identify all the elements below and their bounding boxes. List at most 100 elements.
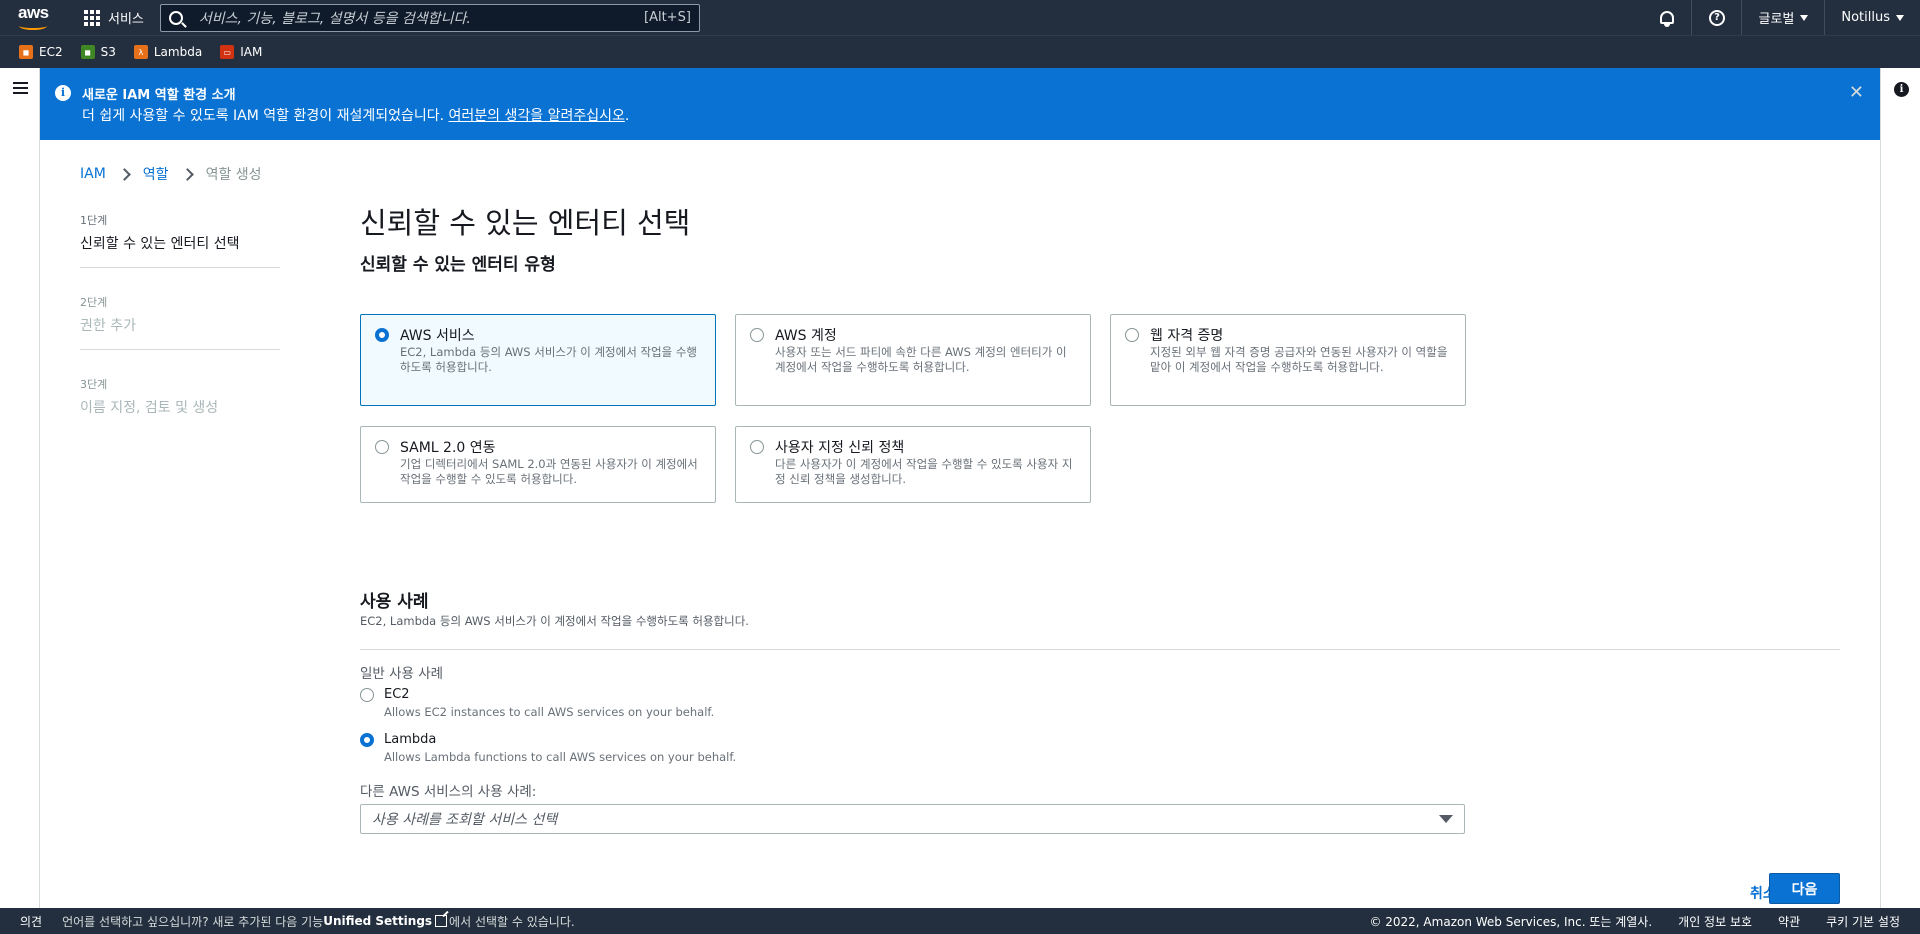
ec2-icon: ◼ [19,45,33,59]
caret-down-icon [1800,14,1809,21]
tile-desc: EC2, Lambda 등의 AWS 서비스가 이 계정에서 작업을 수행하도록… [400,345,698,374]
favorite-ec2[interactable]: ◼ EC2 [19,45,63,59]
left-nav-strip [0,68,40,908]
search-shortcut: [Alt+S] [644,10,691,25]
step-number: 3단계 [80,378,108,391]
tile-aws-account[interactable]: AWS 계정 사용자 또는 서드 파티에 속한 다른 AWS 계정의 엔터티가 … [735,314,1091,406]
services-label: 서비스 [108,12,144,27]
info-icon: i [55,85,71,101]
divider [360,649,1840,650]
wizard-steps: 1단계 신뢰할 수 있는 엔터티 선택 2단계 권한 추가 3단계 이름 지정,… [80,212,280,457]
option-title: Lambda [384,732,437,747]
search-icon [168,10,183,25]
option-desc: Allows Lambda functions to call AWS serv… [384,750,737,764]
favorite-iam[interactable]: ▭ IAM [220,45,262,59]
top-navigation: aws 서비스 서비스, 기능, 블로그, 설명서 등을 검색합니다. [Alt… [0,0,1920,35]
account-label: Notillus [1841,10,1890,25]
use-case-desc: EC2, Lambda 등의 AWS 서비스가 이 계정에서 작업을 수행하도록… [360,614,749,628]
radio-button[interactable] [750,440,764,454]
language-notice-suffix: 에서 선택할 수 있습니다. [449,914,575,929]
caret-down-icon [1896,14,1904,21]
option-title: EC2 [384,687,410,702]
breadcrumb: IAM 역할 역할 생성 [80,164,262,184]
feedback-link[interactable]: 여러분의 생각을 알려주십시오 [449,108,625,124]
flash-message: 더 쉽게 사용할 수 있도록 IAM 역할 환경이 재설계되었습니다. 여러분의… [82,105,629,125]
favorite-label: IAM [240,45,263,59]
step-label: 이름 지정, 검토 및 생성 [80,400,219,416]
search-placeholder: 서비스, 기능, 블로그, 설명서 등을 검색합니다. [198,10,471,27]
step-2: 2단계 권한 추가 [80,294,280,350]
region-label: 글로벌 [1758,12,1795,27]
step-1: 1단계 신뢰할 수 있는 엔터티 선택 [80,212,280,268]
footer: 의견 언어를 선택하고 싶으십니까? 새로 추가된 다음 기능 Unified … [0,908,1920,934]
grid-icon [84,9,100,26]
step-label: 권한 추가 [80,318,136,334]
use-case-title: 사용 사례 [360,592,429,612]
terms-link[interactable]: 약관 [1778,913,1800,930]
step-label: 신뢰할 수 있는 엔터티 선택 [80,236,240,252]
unified-settings-link[interactable]: Unified Settings [323,914,432,928]
tile-web-identity[interactable]: 웹 자격 증명 지정된 외부 웹 자격 증명 공급자와 연동된 사용자가 이 역… [1110,314,1466,406]
radio-button[interactable] [750,328,764,342]
tile-custom-trust-policy[interactable]: 사용자 지정 신뢰 정책 다른 사용자가 이 계정에서 작업을 수행할 수 있도… [735,426,1091,503]
favorite-label: Lambda [153,45,203,59]
radio-button[interactable] [360,688,374,702]
breadcrumb-roles[interactable]: 역할 [143,164,169,184]
favorite-lambda[interactable]: λ Lambda [133,45,203,59]
bell-icon [1659,11,1674,27]
tile-title: 웹 자격 증명 [1150,328,1224,344]
favorite-label: EC2 [39,45,63,59]
tile-aws-service[interactable]: AWS 서비스 EC2, Lambda 등의 AWS 서비스가 이 계정에서 작… [360,314,716,406]
flash-banner: i 새로운 IAM 역할 환경 소개 더 쉽게 사용할 수 있도록 IAM 역할… [40,68,1880,140]
language-notice-prefix: 언어를 선택하고 싶으십니까? 새로 추가된 다음 기능 [62,914,324,929]
tile-title: 사용자 지정 신뢰 정책 [775,440,905,456]
flash-message-suffix: . [624,108,630,124]
general-use-case-label: 일반 사용 사례 [360,666,444,682]
s3-icon: ◼ [80,45,95,59]
external-link-icon [435,915,448,927]
service-select[interactable]: 사용 사례를 조회할 서비스 선택 [360,804,1465,834]
form-content: 신뢰할 수 있는 엔터티 선택 신뢰할 수 있는 엔터티 유형 AWS 서비스 … [360,200,1840,904]
radio-button[interactable] [375,328,389,342]
radio-button[interactable] [360,733,374,747]
services-menu-button[interactable]: 서비스 [84,8,144,27]
feedback-button[interactable]: 의견 [0,913,62,930]
help-button[interactable]: ? [1692,0,1743,35]
info-icon[interactable]: i [1894,82,1909,97]
aws-logo[interactable]: aws [18,2,54,32]
tile-title: SAML 2.0 연동 [400,440,496,456]
other-use-case-label: 다른 AWS 서비스의 사용 사례: [360,784,537,800]
chevron-right-icon [180,167,194,181]
copyright: © 2022, Amazon Web Services, Inc. 또는 계열사… [1369,914,1653,929]
language-notice: 언어를 선택하고 싶으십니까? 새로 추가된 다음 기능 Unified Set… [62,913,575,930]
aws-logo-text: aws [18,2,49,22]
tile-saml[interactable]: SAML 2.0 연동 기업 디렉터리에서 SAML 2.0과 연동된 사용자가… [360,426,716,503]
radio-button[interactable] [1125,328,1139,342]
caret-down-icon [1439,815,1453,823]
help-icon: ? [1708,9,1725,26]
chevron-right-icon [117,167,131,181]
next-button[interactable]: 다음 [1769,873,1840,904]
entity-section-title: 신뢰할 수 있는 엔터티 유형 [360,255,556,275]
tile-title: AWS 서비스 [400,328,475,344]
favorite-s3[interactable]: ◼ S3 [80,45,116,59]
notifications-button[interactable] [1642,0,1693,35]
tile-desc: 기업 디렉터리에서 SAML 2.0과 연동된 사용자가 이 계정에서 작업을 … [400,457,698,486]
account-menu[interactable]: Notillus [1825,0,1920,35]
radio-button[interactable] [375,440,389,454]
lambda-icon: λ [133,45,148,59]
tile-desc: 사용자 또는 서드 파티에 속한 다른 AWS 계정의 엔터티가 이 계정에서 … [775,345,1067,374]
menu-icon[interactable] [13,82,28,97]
flash-title: 새로운 IAM 역할 환경 소개 [82,88,236,103]
cookie-preferences-link[interactable]: 쿠키 기본 설정 [1826,913,1900,930]
breadcrumb-iam[interactable]: IAM [80,166,106,182]
favorite-label: S3 [100,45,116,59]
search-input[interactable]: 서비스, 기능, 블로그, 설명서 등을 검색합니다. [Alt+S] [159,3,700,32]
tile-desc: 다른 사용자가 이 계정에서 작업을 수행할 수 있도록 사용자 지정 신뢰 정… [775,457,1073,486]
region-menu[interactable]: 글로벌 [1742,0,1826,35]
favorites-bar: ◼ EC2 ◼ S3 λ Lambda ▭ IAM [0,35,1920,68]
main-content: i 새로운 IAM 역할 환경 소개 더 쉽게 사용할 수 있도록 IAM 역할… [40,68,1880,908]
close-icon[interactable]: ✕ [1849,82,1864,103]
privacy-link[interactable]: 개인 정보 보호 [1678,913,1752,930]
select-placeholder: 사용 사례를 조회할 서비스 선택 [372,812,558,828]
